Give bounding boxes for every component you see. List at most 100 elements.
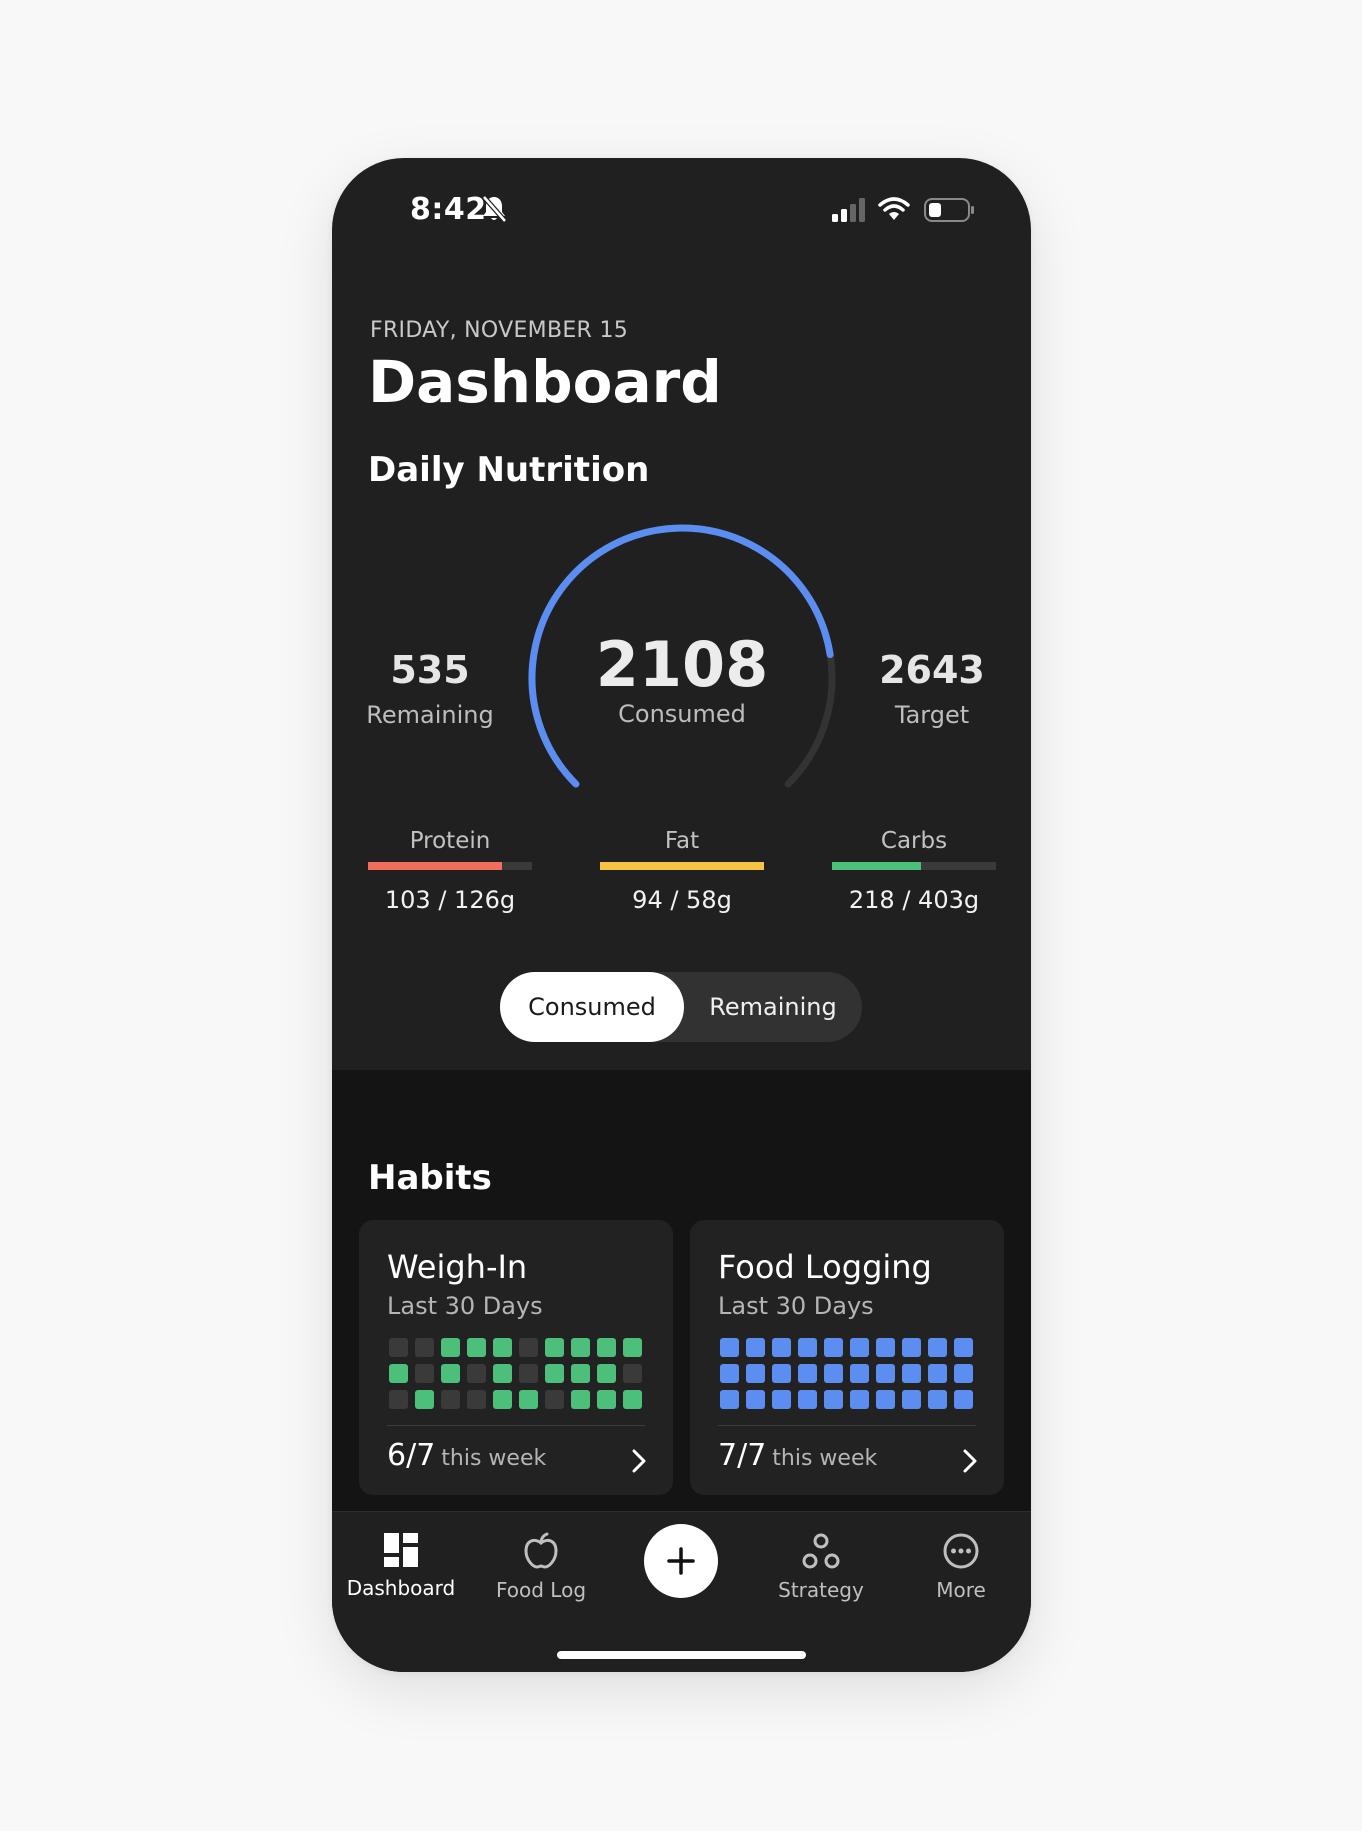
card-divider	[387, 1425, 645, 1426]
habit-day-done	[720, 1364, 739, 1383]
macro-bar	[832, 862, 996, 870]
habit-day-done	[928, 1390, 947, 1409]
habit-card-footer: 6/7 this week	[387, 1438, 546, 1473]
cellular-signal-icon	[832, 198, 865, 222]
habit-day-done	[772, 1364, 791, 1383]
habit-day-missed	[545, 1390, 564, 1409]
target-value: 2643	[879, 648, 985, 692]
habit-card-footer: 7/7 this week	[718, 1438, 877, 1473]
habit-day-missed	[415, 1338, 434, 1357]
habit-day-done	[623, 1390, 642, 1409]
habit-day-missed	[467, 1390, 486, 1409]
macro-carbs: Carbs 218 / 403g	[832, 828, 996, 914]
habit-day-done	[850, 1390, 869, 1409]
macro-bar-fill	[368, 862, 503, 870]
habit-day-done	[824, 1338, 843, 1357]
more-icon	[943, 1533, 979, 1569]
toggle-remaining[interactable]: Remaining	[684, 972, 862, 1042]
habit-day-done	[441, 1338, 460, 1357]
habit-day-done	[389, 1364, 408, 1383]
habit-day-done	[928, 1338, 947, 1357]
habit-day-done	[545, 1338, 564, 1357]
macro-protein: Protein 103 / 126g	[368, 828, 532, 914]
chevron-right-icon[interactable]	[960, 1448, 980, 1474]
habit-card-title: Food Logging	[718, 1248, 932, 1286]
macro-bar-fill	[832, 862, 921, 870]
strategy-icon	[802, 1533, 840, 1569]
habit-day-missed	[623, 1364, 642, 1383]
habit-day-done	[720, 1338, 739, 1357]
nav-item-food-log[interactable]: Food Log	[476, 1532, 606, 1602]
habit-day-done	[850, 1364, 869, 1383]
habit-day-done	[772, 1390, 791, 1409]
habit-day-done	[954, 1338, 973, 1357]
habit-day-done	[415, 1390, 434, 1409]
habit-day-done	[597, 1364, 616, 1383]
habit-day-done	[824, 1390, 843, 1409]
habit-day-missed	[467, 1364, 486, 1383]
habit-card-subtitle: Last 30 Days	[718, 1292, 874, 1320]
target-label: Target	[894, 701, 970, 729]
macro-bar-fill	[600, 862, 764, 870]
macro-fat: Fat 94 / 58g	[600, 828, 764, 914]
habit-week-count: 6/7	[387, 1438, 436, 1473]
nav-label: Strategy	[778, 1578, 864, 1602]
habit-day-missed	[519, 1338, 538, 1357]
nav-label: Dashboard	[346, 1576, 456, 1600]
habit-day-done	[902, 1390, 921, 1409]
macro-value: 218 / 403g	[848, 886, 980, 914]
status-time: 8:42	[410, 192, 487, 227]
habit-card-weigh-in[interactable]: Weigh-In Last 30 Days 6/7 this week	[359, 1220, 673, 1495]
habit-day-missed	[519, 1364, 538, 1383]
phone-screen: 8:42 FRIDAY, NOVEMBER 15 Dashboard Daily…	[332, 158, 1031, 1672]
habit-day-done	[597, 1338, 616, 1357]
macro-bar	[600, 862, 764, 870]
habit-day-done	[493, 1390, 512, 1409]
habit-card-food-logging[interactable]: Food Logging Last 30 Days 7/7 this week	[690, 1220, 1004, 1495]
habit-day-done	[928, 1364, 947, 1383]
date-label: FRIDAY, NOVEMBER 15	[370, 318, 629, 343]
habit-day-done	[519, 1390, 538, 1409]
habit-day-done	[623, 1338, 642, 1357]
macro-value: 94 / 58g	[632, 886, 732, 914]
habit-day-done	[571, 1338, 590, 1357]
remaining-value: 535	[390, 648, 470, 692]
toggle-consumed[interactable]: Consumed	[500, 972, 684, 1042]
habit-day-done	[571, 1364, 590, 1383]
nav-item-strategy[interactable]: Strategy	[756, 1532, 886, 1602]
habit-day-done	[954, 1390, 973, 1409]
add-button[interactable]	[644, 1524, 718, 1598]
page-title: Dashboard	[368, 348, 722, 416]
habit-day-done	[850, 1338, 869, 1357]
apple-icon	[524, 1532, 558, 1569]
habit-day-done	[545, 1364, 564, 1383]
habit-day-missed	[389, 1338, 408, 1357]
habit-day-done	[876, 1390, 895, 1409]
habit-day-done	[824, 1364, 843, 1383]
battery-icon	[924, 198, 974, 222]
habit-day-done	[493, 1338, 512, 1357]
nav-item-dashboard[interactable]: Dashboard	[336, 1532, 466, 1600]
habit-day-done	[954, 1364, 973, 1383]
section-title-habits: Habits	[368, 1158, 492, 1198]
section-title-nutrition: Daily Nutrition	[368, 450, 650, 490]
habit-day-done	[493, 1364, 512, 1383]
habit-day-missed	[389, 1390, 408, 1409]
bell-muted-icon	[482, 195, 507, 223]
remaining-label: Remaining	[366, 701, 494, 729]
habit-day-grid	[720, 1338, 973, 1409]
habit-day-done	[746, 1364, 765, 1383]
macro-name: Carbs	[880, 828, 948, 854]
habit-day-done	[798, 1338, 817, 1357]
habit-card-subtitle: Last 30 Days	[387, 1292, 543, 1320]
wifi-icon	[878, 197, 910, 220]
habit-day-missed	[415, 1364, 434, 1383]
habit-day-done	[876, 1364, 895, 1383]
habit-day-done	[571, 1390, 590, 1409]
habit-day-done	[902, 1364, 921, 1383]
consumed-remaining-toggle: Consumed Remaining	[500, 972, 862, 1042]
nav-item-more[interactable]: More	[896, 1532, 1026, 1602]
chevron-right-icon[interactable]	[629, 1448, 649, 1474]
habit-day-done	[902, 1338, 921, 1357]
habit-day-done	[746, 1338, 765, 1357]
